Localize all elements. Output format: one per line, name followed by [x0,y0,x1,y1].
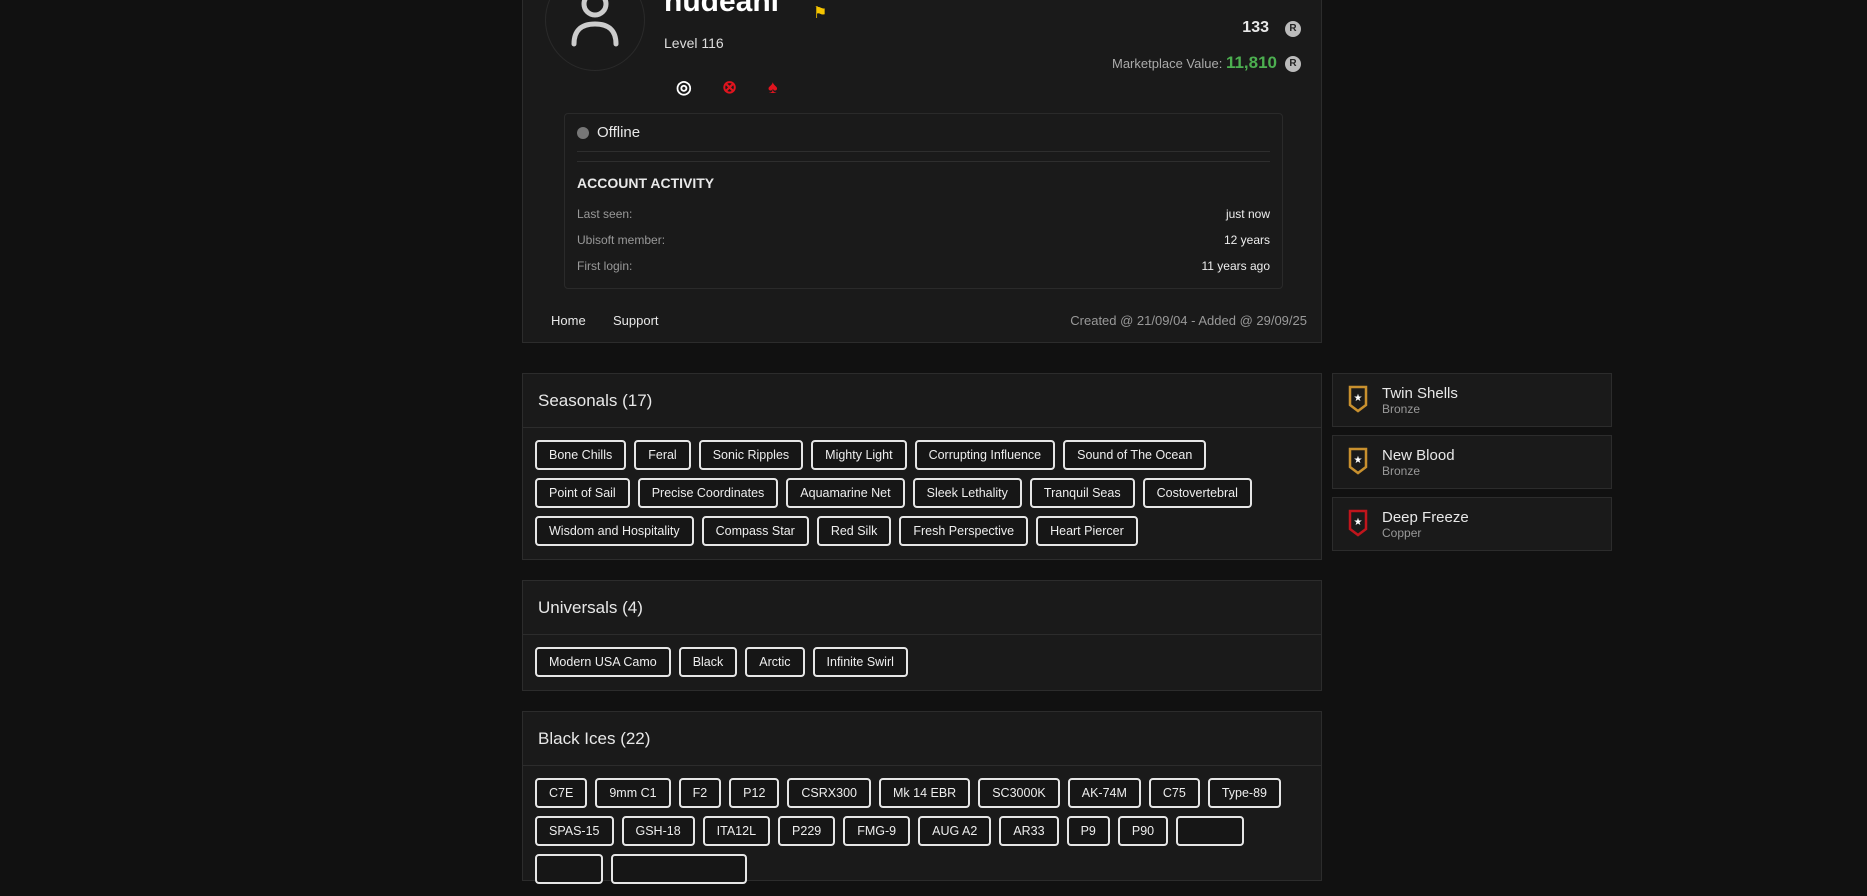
ubisoft-icon[interactable]: ◎ [676,77,692,98]
skin-tag[interactable]: Infinite Swirl [812,647,908,677]
panel-title: Seasonals (17) [523,374,1321,428]
activity-row: Ubisoft member: 12 years [577,227,1270,253]
credits: 133 [1242,19,1269,36]
status: Offline [577,114,1270,152]
activity-label: Ubisoft member: [577,233,666,247]
skin-tag[interactable]: FMG-9 [843,816,911,846]
marketplace-amount: 11,810 [1225,53,1277,72]
skin-tag[interactable]: SC3000K [978,778,1060,808]
skin-tag[interactable]: Tranquil Seas [1029,478,1135,508]
skin-tag[interactable]: Type-89 [1207,778,1281,808]
activity-value: 12 years [1223,233,1270,247]
account-activity-box: Offline ACCOUNT ACTIVITY Last seen: just … [564,113,1283,289]
status-text: Offline [597,124,641,141]
badge-name: New Blood [1382,446,1455,464]
panel-title: Universals (4) [523,581,1321,635]
svg-text:★: ★ [1354,393,1363,404]
activity-row: Last seen: just now [577,201,1270,227]
badge-tier: Copper [1382,525,1422,540]
skin-tag[interactable]: P12 [729,778,780,808]
skin-tag[interactable]: Compass Star [701,516,809,546]
flag-icon[interactable]: ⚑ [813,3,827,23]
badge-name: Twin Shells [1382,384,1458,402]
r6-credits-icon: R [1285,21,1301,37]
skin-tag[interactable]: Black [678,647,738,677]
profile-card: nudeani ⚑ Level 116 ◎ ⊗ ♠ 133 R Marketpl… [522,0,1322,343]
user-icon [571,0,619,47]
badge-item[interactable]: ★ Twin Shells Bronze [1332,373,1612,427]
skin-tag[interactable]: C7E [535,778,588,808]
rank-shield-icon: ★ [1348,445,1368,480]
level: Level 116 [664,35,724,51]
status-dot-icon [577,126,589,139]
skin-tag[interactable]: Sonic Ripples [698,440,804,470]
nav-support-link[interactable]: Support [613,313,659,328]
universals-panel: Universals (4) Modern USA Camo Black Arcti… [522,580,1322,691]
skin-tag[interactable]: AR33 [999,816,1059,846]
playstation-icon[interactable]: ♠ [768,77,778,98]
nav-home-link[interactable]: Home [551,313,586,328]
marketplace-value: Marketplace Value: 11,810 [1112,53,1277,73]
skin-tag[interactable]: Aquamarine Net [786,478,905,508]
activity-value: just now [1225,207,1270,221]
marketplace-label: Marketplace Value: [1111,56,1223,71]
skin-tag[interactable]: Costovertebral [1142,478,1252,508]
r6-credits-icon: R [1285,56,1301,72]
activity-value: 11 years ago [1201,259,1271,273]
skin-tag[interactable] [535,854,603,884]
skin-tag[interactable]: Feral [634,440,691,470]
skin-tag[interactable]: ITA12L [702,816,771,846]
skin-tag[interactable]: C75 [1148,778,1200,808]
skin-tag[interactable]: P90 [1117,816,1169,846]
activity-row: First login: 11 years ago [577,253,1270,279]
avatar [545,0,645,71]
skin-tag[interactable]: F2 [678,778,722,808]
skin-tag[interactable]: Red Silk [816,516,892,546]
rank-shield-icon: ★ [1348,507,1368,542]
skin-tag[interactable]: GSH-18 [621,816,695,846]
skin-tag[interactable]: P229 [778,816,836,846]
skin-tag[interactable]: AK-74M [1067,778,1141,808]
svg-text:★: ★ [1354,517,1363,528]
activity-heading: ACCOUNT ACTIVITY [577,175,715,191]
rank-shield-icon: ★ [1348,383,1368,418]
skin-tag[interactable] [611,854,747,884]
skin-tag[interactable]: Corrupting Influence [914,440,1056,470]
skin-tag[interactable] [1176,816,1245,846]
skin-tag[interactable]: 9mm C1 [595,778,671,808]
activity-label: Last seen: [577,207,633,221]
black-ices-panel: Black Ices (22) C7E 9mm C1 F2 P12 CSRX300 Mk … [522,711,1322,884]
skin-tag[interactable]: Modern USA Camo [535,647,671,677]
skin-tag[interactable]: Heart Piercer [1036,516,1138,546]
skin-tag[interactable]: Sleek Lethality [912,478,1022,508]
skin-tag[interactable]: Wisdom and Hospitality [535,516,694,546]
skin-tag[interactable]: Sound of The Ocean [1063,440,1207,470]
badge-tier: Bronze [1382,463,1421,478]
xbox-icon[interactable]: ⊗ [722,77,737,98]
username: nudeani [664,0,780,18]
svg-text:★: ★ [1354,455,1363,466]
created-date: Created @ 21/09/04 - Added @ 29/09/25 [1070,313,1307,328]
activity-label: First login: [577,259,633,273]
skin-tag[interactable]: CSRX300 [787,778,871,808]
skin-tag[interactable]: Mighty Light [811,440,907,470]
seasonals-panel: Seasonals (17) Bone Chills Feral Sonic Rip… [522,373,1322,560]
badge-item[interactable]: ★ New Blood Bronze [1332,435,1612,489]
skin-tag[interactable]: Fresh Perspective [899,516,1029,546]
skin-tag[interactable]: P9 [1066,816,1110,846]
skin-tag[interactable]: Arctic [745,647,805,677]
badge-item[interactable]: ★ Deep Freeze Copper [1332,497,1612,551]
panel-title: Black Ices (22) [523,712,1321,766]
skin-tag[interactable]: Mk 14 EBR [879,778,971,808]
skin-tag[interactable]: SPAS-15 [535,816,614,846]
skin-tag[interactable]: Point of Sail [535,478,630,508]
badge-tier: Bronze [1382,401,1421,416]
skin-tag[interactable]: Precise Coordinates [637,478,779,508]
badge-name: Deep Freeze [1382,508,1469,526]
skin-tag[interactable]: Bone Chills [535,440,627,470]
skin-tag[interactable]: AUG A2 [918,816,992,846]
